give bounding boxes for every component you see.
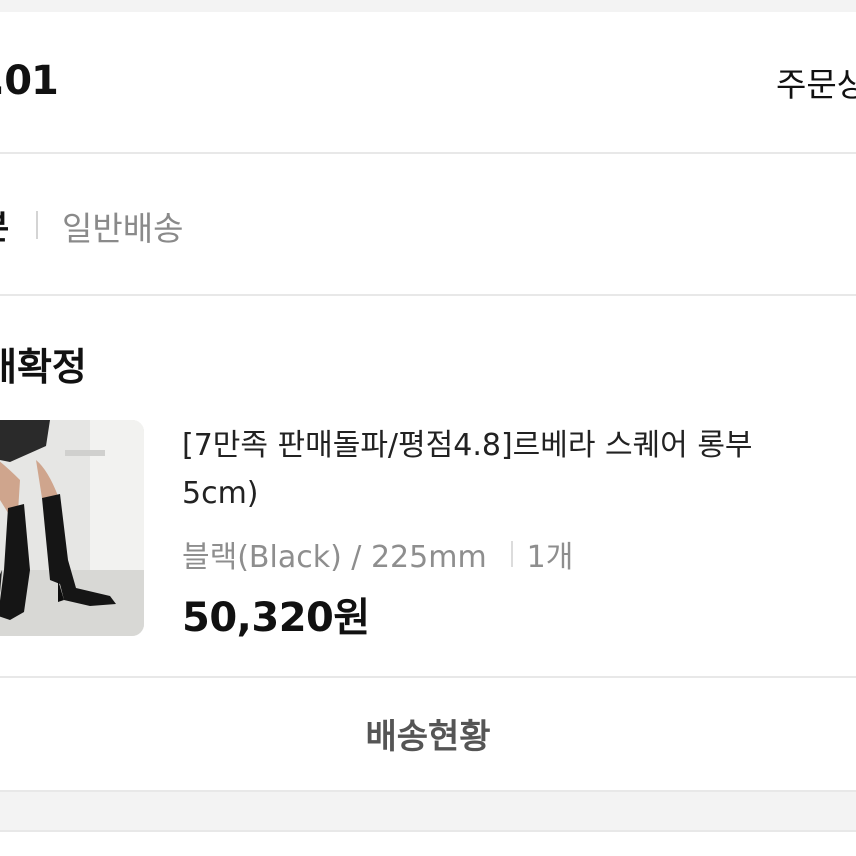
shipping-separator [36,211,38,239]
divider [0,152,856,154]
product-name-line-1: [7만족 판매돌파/평점4.8]르베라 스퀘어 롱부 [182,428,753,463]
product-quantity: 1개 [526,540,574,575]
order-status: 매확정 [0,345,87,389]
product-price: 50,320원 [182,595,370,641]
boots-image-icon [0,420,144,636]
top-gap-strip [0,0,856,12]
shipping-label: 본 [0,200,9,249]
divider [0,294,856,296]
product-name[interactable]: [7만족 판매돌파/평점4.8]르베라 스퀘어 롱부 5cm) [182,422,856,518]
divider [0,830,856,832]
order-date: .01 [0,58,59,104]
section-gap [0,792,856,830]
product-thumbnail[interactable] [0,420,144,636]
product-option-row: 블랙(Black) / 225mm 1개 [182,532,573,576]
order-header [0,12,856,152]
option-separator [510,541,513,567]
shipping-type: 일반배송 [62,209,184,248]
order-detail-link[interactable]: 주문상 [776,58,856,106]
product-option: 블랙(Black) / 225mm [182,540,487,575]
product-name-line-2: 5cm) [182,476,259,511]
track-shipping-button[interactable]: 배송현황 [0,676,856,790]
